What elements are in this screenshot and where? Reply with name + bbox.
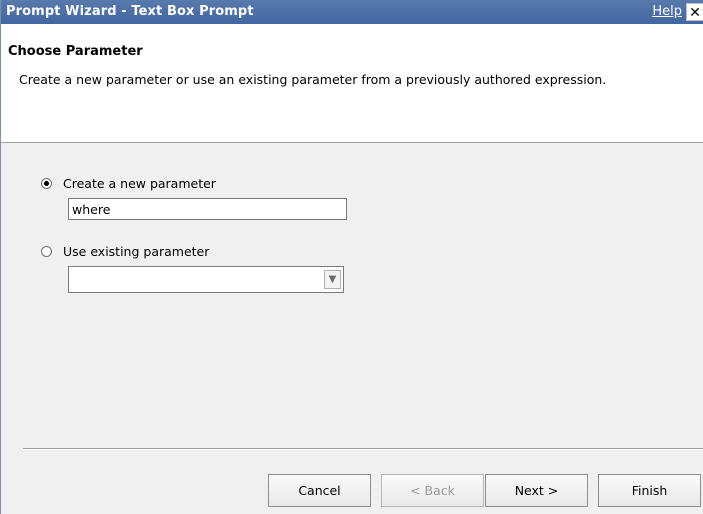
new-parameter-name-input[interactable] — [68, 198, 347, 220]
prompt-wizard-dialog: Prompt Wizard - Text Box Prompt Help ✕ C… — [0, 0, 703, 514]
close-icon[interactable]: ✕ — [686, 3, 703, 21]
page-title: Choose Parameter — [8, 44, 143, 59]
next-button[interactable]: Next > — [485, 474, 588, 507]
cancel-button[interactable]: Cancel — [268, 474, 371, 507]
page-description: Create a new parameter or use an existin… — [19, 72, 607, 87]
title-bar: Prompt Wizard - Text Box Prompt Help ✕ — [1, 0, 703, 24]
button-divider — [23, 448, 703, 450]
use-existing-parameter-option[interactable]: Use existing parameter — [41, 244, 209, 259]
back-button[interactable]: < Back — [381, 474, 484, 507]
header-panel: Choose Parameter Create a new parameter … — [1, 24, 703, 143]
existing-parameter-dropdown[interactable]: ▼ — [68, 266, 344, 293]
chevron-down-icon[interactable]: ▼ — [324, 270, 341, 289]
create-new-parameter-option[interactable]: Create a new parameter — [41, 176, 216, 191]
help-link[interactable]: Help — [652, 4, 682, 19]
window-title: Prompt Wizard - Text Box Prompt — [6, 4, 254, 19]
create-new-parameter-radio[interactable] — [41, 178, 52, 189]
use-existing-parameter-radio[interactable] — [41, 246, 52, 257]
use-existing-parameter-label: Use existing parameter — [63, 244, 210, 259]
finish-button[interactable]: Finish — [598, 474, 701, 507]
create-new-parameter-label: Create a new parameter — [63, 176, 216, 191]
